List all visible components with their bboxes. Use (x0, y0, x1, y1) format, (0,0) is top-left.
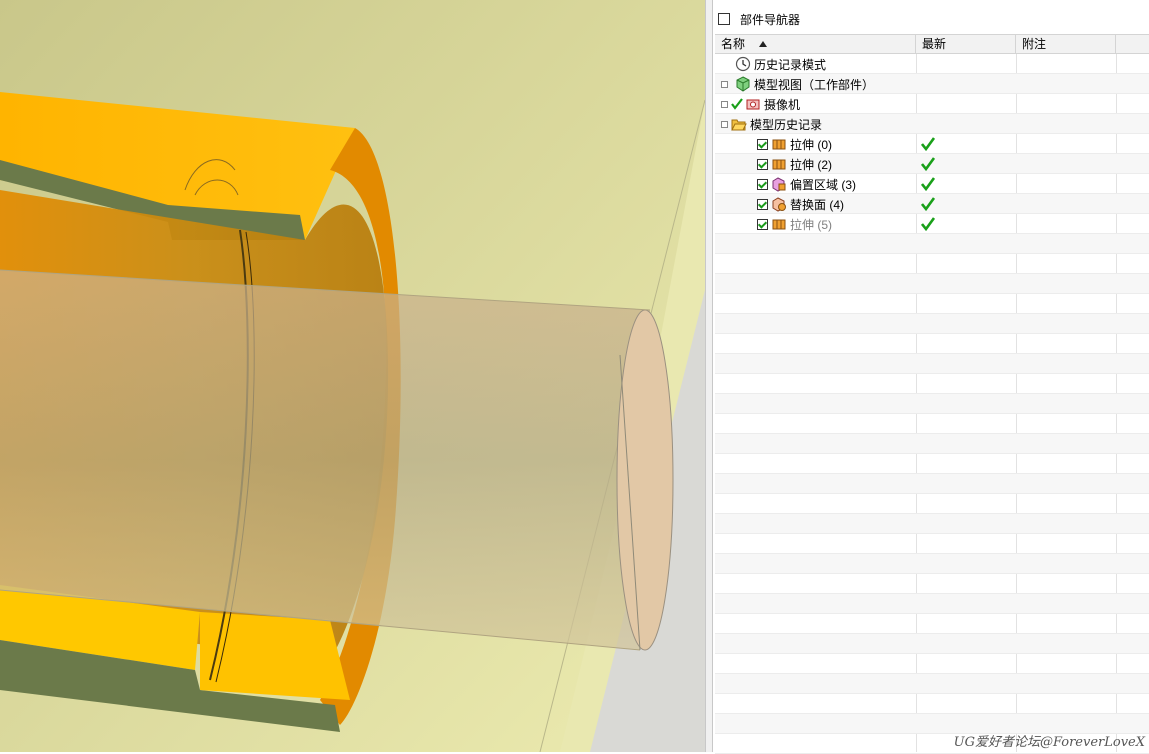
tree-item-label: 模型历史记录 (750, 117, 823, 132)
navigator-title-bar: 部件导航器 (713, 6, 1149, 30)
tree-item-label: 摄像机 (764, 97, 801, 112)
feature-checkbox[interactable] (757, 138, 768, 150)
folder-open-icon (731, 119, 747, 131)
tree-item-label: 拉伸 (0) (790, 137, 833, 152)
navigator-tree: 历史记录模式 模型视图（工作部件） 摄像机 模型历史记录 拉伸 (0) 拉伸 (… (715, 54, 1149, 754)
empty-row (715, 574, 1149, 594)
tree-row[interactable]: 拉伸 (2) (715, 154, 1149, 174)
tree-item-label: 模型视图（工作部件） (754, 77, 875, 92)
expand-plus-icon[interactable] (721, 100, 728, 108)
tree-row[interactable]: 替换面 (4) (715, 194, 1149, 214)
up-to-date-check-icon (921, 157, 935, 171)
empty-row (715, 434, 1149, 454)
column-header-note[interactable]: 附注 (1016, 35, 1116, 54)
empty-row (715, 234, 1149, 254)
empty-row (715, 294, 1149, 314)
tree-item-label: 偏置区域 (3) (790, 177, 857, 192)
empty-row (715, 494, 1149, 514)
tree-item-label: 拉伸 (5) (790, 217, 833, 232)
empty-row (715, 634, 1149, 654)
tree-row[interactable]: 历史记录模式 (715, 54, 1149, 74)
empty-row (715, 654, 1149, 674)
empty-row (715, 694, 1149, 714)
replace-face-icon (772, 197, 786, 212)
empty-row (715, 594, 1149, 614)
tree-row[interactable]: 拉伸 (5) (715, 214, 1149, 234)
tree-item-label: 历史记录模式 (754, 57, 827, 72)
camera-icon (746, 99, 760, 110)
feature-checkbox[interactable] (757, 158, 768, 170)
column-header-name[interactable]: 名称 (715, 35, 916, 54)
navigator-pin-checkbox[interactable] (718, 13, 730, 25)
empty-row (715, 274, 1149, 294)
offset-region-icon (772, 177, 786, 192)
column-latest-label: 最新 (922, 37, 947, 51)
empty-row (715, 674, 1149, 694)
navigator-title: 部件导航器 (740, 13, 801, 27)
clock-icon (735, 56, 751, 72)
feature-checkbox[interactable] (757, 218, 768, 230)
up-to-date-check-icon (921, 177, 935, 191)
feature-checkbox[interactable] (757, 178, 768, 190)
tree-row[interactable]: 偏置区域 (3) (715, 174, 1149, 194)
up-to-date-check-icon (921, 137, 935, 151)
column-header: 名称 最新 附注 (715, 34, 1149, 54)
tree-item-label: 替换面 (4) (790, 197, 845, 212)
up-to-date-check-icon (921, 197, 935, 211)
extrude-icon (772, 219, 786, 230)
collapse-minus-icon[interactable] (721, 120, 728, 128)
empty-row (715, 254, 1149, 274)
panel-splitter[interactable] (705, 0, 713, 752)
model-view-icon (736, 76, 750, 92)
empty-row (715, 314, 1149, 334)
empty-row (715, 414, 1149, 434)
expand-plus-icon[interactable] (721, 80, 728, 88)
column-name-label: 名称 (721, 37, 746, 51)
tree-row[interactable]: 模型视图（工作部件） (715, 74, 1149, 94)
extrude-icon (772, 139, 786, 150)
empty-row (715, 334, 1149, 354)
sort-ascending-icon (759, 41, 768, 47)
tree-row[interactable]: 拉伸 (0) (715, 134, 1149, 154)
empty-row (715, 474, 1149, 494)
tree-row[interactable]: 模型历史记录 (715, 114, 1149, 134)
empty-row (715, 394, 1149, 414)
empty-row (715, 354, 1149, 374)
empty-row (715, 374, 1149, 394)
column-header-latest[interactable]: 最新 (916, 35, 1016, 54)
empty-row (715, 514, 1149, 534)
empty-row (715, 554, 1149, 574)
part-navigator: 部件导航器 名称 最新 附注 历史记录模式 模型视图（工作部件） 摄像机 模型历… (713, 0, 1149, 754)
tree-row[interactable]: 摄像机 (715, 94, 1149, 114)
feature-checkbox[interactable] (757, 198, 768, 210)
model-render[interactable] (0, 0, 705, 752)
watermark-text: UG爱好者论坛@ForeverLoveX (953, 735, 1145, 750)
graphics-viewport[interactable] (0, 0, 705, 752)
tree-item-label: 拉伸 (2) (790, 157, 833, 172)
empty-row (715, 614, 1149, 634)
extrude-icon (772, 159, 786, 170)
empty-row (715, 534, 1149, 554)
up-to-date-check-icon (921, 217, 935, 231)
empty-row (715, 454, 1149, 474)
check-icon (731, 98, 743, 110)
column-note-label: 附注 (1022, 37, 1047, 51)
